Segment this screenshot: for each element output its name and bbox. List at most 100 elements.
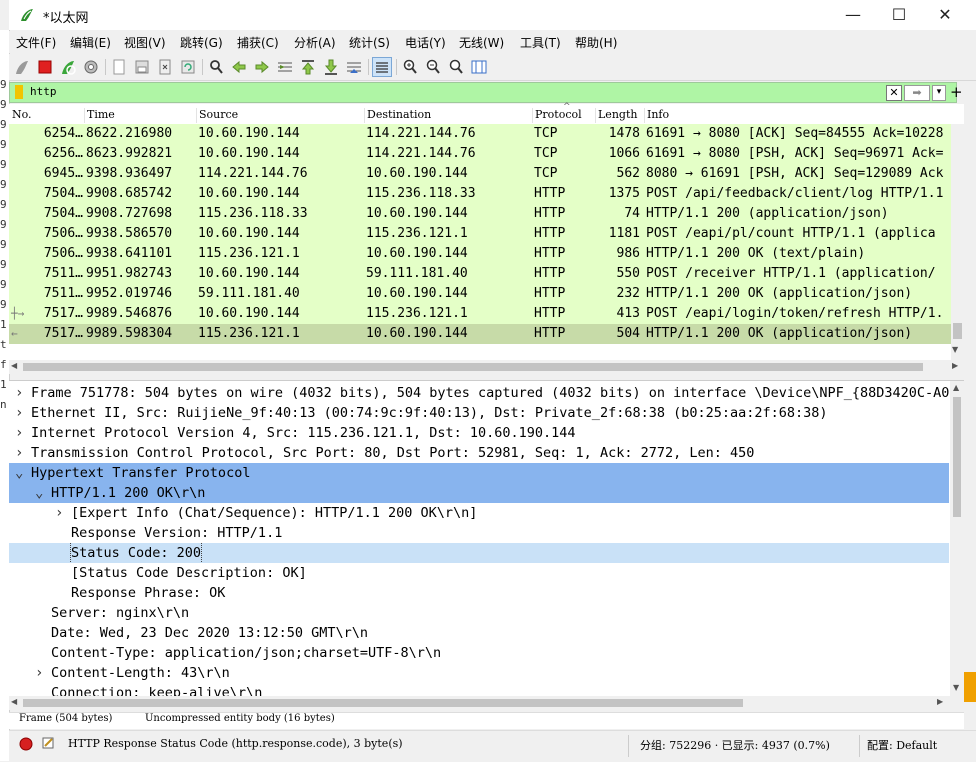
menu-telephony[interactable]: 电话(Y) <box>405 34 446 51</box>
col-source[interactable]: Source <box>197 108 365 123</box>
go-to-packet-icon[interactable] <box>276 58 294 76</box>
resize-columns-icon[interactable] <box>470 58 488 76</box>
table-row[interactable]: 7506… 9938.641101 115.236.121.1 10.60.190.1… <box>9 244 951 264</box>
zoom-out-icon[interactable] <box>424 58 442 76</box>
tree-item[interactable]: Response Version: HTTP/1.1 <box>9 523 949 543</box>
table-row[interactable]: 6254… 8622.216980 10.60.190.144 114.221.144… <box>9 124 951 144</box>
scroll-down-icon[interactable]: ▼ <box>953 683 959 692</box>
tree-item[interactable]: › Content-Length: 43\r\n <box>9 663 949 683</box>
restart-icon[interactable] <box>59 58 77 76</box>
tree-item[interactable]: Date: Wed, 23 Dec 2020 13:12:50 GMT\r\n <box>9 623 949 643</box>
expand-arrow-icon[interactable]: › <box>15 403 23 423</box>
tree-item[interactable]: › Ethernet II, Src: RuijieNe_9f:40:13 (00… <box>9 403 949 423</box>
menu-edit[interactable]: 编辑(E) <box>70 34 111 51</box>
col-info[interactable]: Info <box>645 108 951 123</box>
expand-arrow-icon[interactable]: › <box>15 383 23 403</box>
menu-analyze[interactable]: 分析(A) <box>294 34 336 51</box>
table-row[interactable]: 7506… 9938.586570 10.60.190.144 115.236.121… <box>9 224 951 244</box>
scroll-thumb[interactable] <box>953 397 961 517</box>
menu-statistics[interactable]: 统计(S) <box>349 34 390 51</box>
tree-item[interactable]: Content-Type: application/json;charset=U… <box>9 643 949 663</box>
bookmark-icon[interactable] <box>14 85 24 99</box>
zoom-reset-icon[interactable] <box>447 58 465 76</box>
tab-entity-body[interactable]: Uncompressed entity body (16 bytes) <box>145 713 335 724</box>
scroll-right-icon[interactable]: ▶ <box>937 697 943 706</box>
scroll-up-icon[interactable]: ▲ <box>953 383 959 392</box>
table-row[interactable]: 7504… 9908.685742 10.60.190.144 115.236.118… <box>9 184 951 204</box>
scroll-thumb[interactable] <box>23 363 923 371</box>
table-row[interactable]: 6256… 8623.992821 10.60.190.144 114.221.144… <box>9 144 951 164</box>
filter-input[interactable]: http <box>30 85 57 98</box>
table-row[interactable]: 7511… 9952.019746 59.111.181.40 10.60.190.1… <box>9 284 951 304</box>
scroll-left-icon[interactable]: ◀ <box>11 697 17 706</box>
expand-arrow-icon[interactable]: › <box>15 443 23 463</box>
tree-item[interactable]: Status Code: 200 <box>9 543 949 563</box>
table-row[interactable]: 7504… 9908.727698 115.236.118.33 10.60.190.… <box>9 204 951 224</box>
colorize-icon[interactable] <box>372 57 392 77</box>
tree-item[interactable]: ⌄ HTTP/1.1 200 OK\r\n <box>9 483 949 503</box>
packet-list-horizontal-scrollbar[interactable]: ◀ ▶ <box>9 360 964 374</box>
table-row[interactable]: 7517… 9989.598304 115.236.121.1 10.60.190.1… <box>9 324 951 344</box>
details-horizontal-scrollbar[interactable]: ◀ ▶ <box>9 696 964 710</box>
auto-scroll-icon[interactable] <box>345 58 363 76</box>
expert-info-icon[interactable] <box>19 737 33 751</box>
reload-icon[interactable] <box>179 58 197 76</box>
menu-tools[interactable]: 工具(T) <box>520 34 561 51</box>
tree-item[interactable]: › Frame 751778: 504 bytes on wire (4032 b… <box>9 383 949 403</box>
scroll-left-icon[interactable]: ◀ <box>11 361 17 370</box>
status-profile[interactable]: 配置: Default <box>867 737 937 753</box>
clear-filter-icon[interactable]: ✕ <box>886 85 902 101</box>
maximize-button[interactable]: ☐ <box>876 0 922 30</box>
stop-icon[interactable] <box>36 58 54 76</box>
expand-arrow-icon[interactable]: › <box>55 503 63 523</box>
col-time[interactable]: Time <box>85 108 197 123</box>
save-file-icon[interactable] <box>133 58 151 76</box>
find-packet-icon[interactable] <box>207 58 225 76</box>
scroll-thumb[interactable] <box>23 699 743 707</box>
table-row[interactable]: 7511… 9951.982743 10.60.190.144 59.111.181.… <box>9 264 951 284</box>
minimize-button[interactable]: — <box>830 0 876 30</box>
col-length[interactable]: Length <box>596 108 645 123</box>
tree-item[interactable]: › Transmission Control Protocol, Src Port… <box>9 443 949 463</box>
menu-go[interactable]: 跳转(G) <box>180 34 223 51</box>
table-row[interactable]: 6945… 9398.936497 114.221.144.76 10.60.190.… <box>9 164 951 184</box>
scroll-down-icon[interactable]: ▼ <box>952 345 958 354</box>
menu-view[interactable]: 视图(V) <box>124 34 166 51</box>
tree-item[interactable]: ⌄ Hypertext Transfer Protocol <box>9 463 949 483</box>
go-back-icon[interactable] <box>230 58 248 76</box>
close-file-icon[interactable] <box>156 58 174 76</box>
tab-frame-bytes[interactable]: Frame (504 bytes) <box>19 713 112 724</box>
scroll-right-icon[interactable]: ▶ <box>952 361 958 370</box>
apply-filter-icon[interactable]: ➡ <box>904 85 930 101</box>
first-packet-icon[interactable] <box>299 58 317 76</box>
display-filter-bar[interactable]: http ✕ ➡ ▾ <box>9 82 957 103</box>
open-file-icon[interactable] <box>110 58 128 76</box>
tree-item[interactable]: Response Phrase: OK <box>9 583 949 603</box>
close-button[interactable]: ✕ <box>922 0 968 30</box>
filter-history-chevron-icon[interactable]: ▾ <box>932 85 946 101</box>
col-no[interactable]: No. <box>12 108 85 123</box>
scroll-thumb[interactable] <box>953 323 962 339</box>
go-forward-icon[interactable] <box>253 58 271 76</box>
menu-wireless[interactable]: 无线(W) <box>459 34 504 51</box>
collapse-arrow-icon[interactable]: ⌄ <box>15 463 23 483</box>
packet-list-vertical-scrollbar[interactable]: ▼ <box>951 124 964 360</box>
menu-help[interactable]: 帮助(H) <box>575 34 617 51</box>
tree-item[interactable]: [Status Code Description: OK] <box>9 563 949 583</box>
zoom-in-icon[interactable] <box>401 58 419 76</box>
details-vertical-scrollbar[interactable]: ▲ ▼ <box>950 381 964 697</box>
expand-arrow-icon[interactable]: › <box>35 663 43 683</box>
tree-item[interactable]: Connection: keep-alive\r\n <box>9 683 949 697</box>
shark-fin-start-icon[interactable] <box>13 58 31 76</box>
tree-item[interactable]: › Internet Protocol Version 4, Src: 115.2… <box>9 423 949 443</box>
capture-comment-icon[interactable] <box>41 736 55 750</box>
tree-item[interactable]: › [Expert Info (Chat/Sequence): HTTP/1.1 … <box>9 503 949 523</box>
menu-capture[interactable]: 捕获(C) <box>237 34 279 51</box>
options-gear-icon[interactable] <box>82 58 100 76</box>
tree-item[interactable]: Server: nginx\r\n <box>9 603 949 623</box>
expand-arrow-icon[interactable]: › <box>15 423 23 443</box>
menu-file[interactable]: 文件(F) <box>16 34 56 51</box>
last-packet-icon[interactable] <box>322 58 340 76</box>
col-destination[interactable]: Destination <box>365 108 533 123</box>
table-row[interactable]: 7517… 9989.546876 10.60.190.144 115.236.121… <box>9 304 951 324</box>
